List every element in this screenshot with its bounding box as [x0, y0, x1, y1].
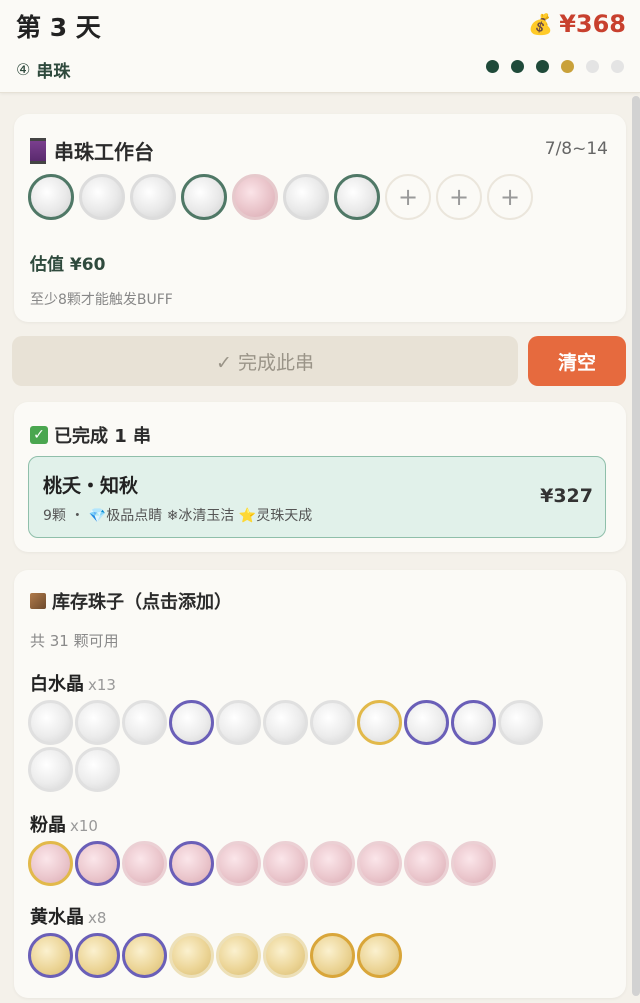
- group-name: 粉晶: [30, 815, 66, 836]
- strand-slots: + + +: [28, 174, 533, 220]
- strand-meta: 9颗 ・ 💎极品点睛 ❄冰清玉洁 ⭐灵珠天成: [43, 508, 313, 524]
- inventory-bead[interactable]: [310, 700, 355, 745]
- money-display: 💰 ¥368: [528, 10, 626, 38]
- inventory-bead[interactable]: [169, 841, 214, 886]
- inventory-bead[interactable]: [263, 933, 308, 978]
- workbench-title: 串珠工作台: [30, 136, 154, 165]
- empty-slot-plus-icon[interactable]: +: [436, 174, 482, 220]
- inventory-bead[interactable]: [28, 933, 73, 978]
- inventory-bead[interactable]: [404, 841, 449, 886]
- inventory-bead[interactable]: [75, 841, 120, 886]
- inventory-bead[interactable]: [216, 933, 261, 978]
- inventory-bead[interactable]: [451, 841, 496, 886]
- strand-bead[interactable]: [79, 174, 125, 220]
- money-amount: ¥368: [559, 10, 626, 38]
- valuation: 估值 ¥60: [30, 255, 106, 275]
- inventory-bead[interactable]: [357, 700, 402, 745]
- inventory-bead[interactable]: [169, 933, 214, 978]
- inventory-bead[interactable]: [310, 841, 355, 886]
- progress-dot-done: [511, 60, 524, 73]
- inventory-title-text: 库存珠子（点击添加）: [52, 592, 232, 613]
- empty-slot-plus-icon[interactable]: +: [487, 174, 533, 220]
- group-label-rose-quartz: 粉晶 x10: [30, 811, 98, 837]
- strand-price: ¥327: [540, 485, 593, 507]
- clear-button[interactable]: 清空: [528, 336, 626, 386]
- inventory-bead[interactable]: [28, 700, 73, 745]
- inventory-bead[interactable]: [498, 700, 543, 745]
- inventory-bead[interactable]: [216, 841, 261, 886]
- group-count: x13: [88, 676, 116, 694]
- strand-bead[interactable]: [130, 174, 176, 220]
- group-name: 白水晶: [30, 674, 84, 695]
- inventory-bead[interactable]: [357, 933, 402, 978]
- inventory-bead[interactable]: [75, 933, 120, 978]
- scrollbar[interactable]: [632, 96, 640, 996]
- box-icon: [30, 593, 46, 609]
- checkbox-icon: ✓: [30, 426, 48, 444]
- bead-grid-white-crystal: [28, 700, 588, 792]
- buff-hint: 至少8颗才能触发BUFF: [30, 292, 173, 308]
- inventory-bead[interactable]: [404, 700, 449, 745]
- day-title: 第 3 天: [16, 13, 101, 42]
- progress-dot-current: [561, 60, 574, 73]
- inventory-bead[interactable]: [122, 700, 167, 745]
- money-bag-icon: 💰: [528, 12, 554, 36]
- inventory-card: 库存珠子（点击添加） 共 31 颗可用 白水晶 x13 粉晶 x10 黄水晶 x8: [14, 570, 626, 998]
- strand-name: 桃夭・知秋: [43, 475, 139, 497]
- strand-bead[interactable]: [28, 174, 74, 220]
- strand-bead[interactable]: [232, 174, 278, 220]
- strand-bead[interactable]: [334, 174, 380, 220]
- progress-dot-done: [486, 60, 499, 73]
- completed-card: ✓ 已完成 1 串 桃夭・知秋 9颗 ・ 💎极品点睛 ❄冰清玉洁 ⭐灵珠天成 ¥…: [14, 402, 626, 552]
- progress-dot-todo: [611, 60, 624, 73]
- inventory-bead[interactable]: [263, 841, 308, 886]
- thread-spool-icon: [30, 137, 46, 164]
- step-number: ④: [16, 60, 31, 79]
- progress-dot-done: [536, 60, 549, 73]
- inventory-bead[interactable]: [28, 747, 73, 792]
- group-count: x10: [70, 817, 98, 835]
- group-label-white-crystal: 白水晶 x13: [30, 670, 116, 696]
- bead-grid-rose-quartz: [28, 841, 588, 886]
- group-count: x8: [88, 909, 107, 927]
- inventory-title: 库存珠子（点击添加）: [30, 588, 232, 614]
- step-label: 串珠: [36, 62, 71, 82]
- completed-title-text: 已完成 1 串: [54, 426, 152, 447]
- inventory-bead[interactable]: [263, 700, 308, 745]
- inventory-bead[interactable]: [310, 933, 355, 978]
- inventory-bead[interactable]: [75, 747, 120, 792]
- progress-dots: [486, 60, 624, 73]
- inventory-bead[interactable]: [357, 841, 402, 886]
- strand-bead[interactable]: [181, 174, 227, 220]
- inventory-subtitle: 共 31 颗可用: [30, 632, 119, 650]
- bead-count: 7/8~14: [544, 139, 608, 159]
- finish-strand-button[interactable]: ✓ 完成此串: [12, 336, 518, 386]
- inventory-bead[interactable]: [28, 841, 73, 886]
- top-bar: 第 3 天 💰 ¥368 ④ 串珠: [0, 0, 640, 93]
- progress-dot-todo: [586, 60, 599, 73]
- group-name: 黄水晶: [30, 907, 84, 928]
- empty-slot-plus-icon[interactable]: +: [385, 174, 431, 220]
- completed-title: ✓ 已完成 1 串: [30, 422, 151, 448]
- completed-strand[interactable]: 桃夭・知秋 9颗 ・ 💎极品点睛 ❄冰清玉洁 ⭐灵珠天成 ¥327: [28, 456, 606, 538]
- bead-grid-citrine: [28, 933, 588, 978]
- group-label-citrine: 黄水晶 x8: [30, 903, 106, 929]
- inventory-bead[interactable]: [122, 933, 167, 978]
- workbench-title-text: 串珠工作台: [54, 140, 154, 164]
- inventory-bead[interactable]: [75, 700, 120, 745]
- strand-bead[interactable]: [283, 174, 329, 220]
- inventory-bead[interactable]: [122, 841, 167, 886]
- step-indicator: ④ 串珠: [16, 57, 70, 82]
- inventory-bead[interactable]: [451, 700, 496, 745]
- workbench-card: 串珠工作台 7/8~14 + + + 估值 ¥60 至少8颗才能触发BUFF: [14, 114, 626, 322]
- inventory-bead[interactable]: [216, 700, 261, 745]
- inventory-bead[interactable]: [169, 700, 214, 745]
